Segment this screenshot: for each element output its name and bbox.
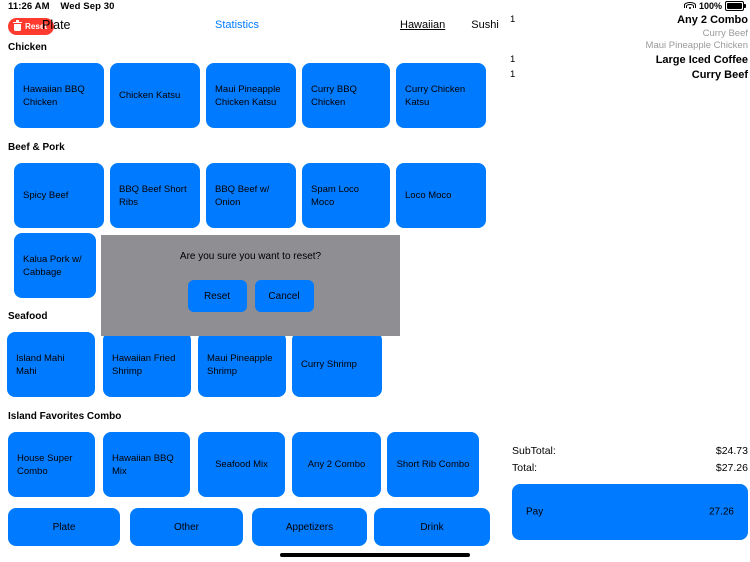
tab-other[interactable]: Other bbox=[130, 508, 243, 546]
reset-confirm-dialog: Are you sure you want to reset? Reset Ca… bbox=[101, 235, 400, 336]
menu-item-curry-shrimp[interactable]: Curry Shrimp bbox=[292, 332, 382, 397]
category-tabs: Hawaiian Sushi bbox=[400, 19, 510, 31]
menu-item-chicken-katsu[interactable]: Chicken Katsu bbox=[110, 63, 200, 128]
order-line[interactable]: 1 Curry Beef bbox=[500, 69, 750, 82]
battery-icon bbox=[725, 1, 746, 11]
section-title-beef-and-pork: Beef & Pork bbox=[8, 142, 65, 153]
status-bar-right: 100% bbox=[684, 1, 746, 11]
menu-item-any-2-combo[interactable]: Any 2 Combo bbox=[292, 432, 381, 497]
order-sub-item-label: Maui Pineapple Chicken bbox=[645, 40, 748, 51]
menu-item-house-super-combo[interactable]: House Super Combo bbox=[8, 432, 95, 497]
menu-item-curry-chicken-katsu[interactable]: Curry Chicken Katsu bbox=[396, 63, 486, 128]
order-line-qty: 1 bbox=[510, 69, 516, 80]
bottom-tab-bar: Plate Other Appetizers Drink bbox=[0, 508, 500, 546]
order-line-qty: 1 bbox=[510, 54, 516, 65]
battery-percent-label: 100% bbox=[698, 1, 722, 11]
tab-sushi[interactable]: Sushi bbox=[471, 19, 499, 31]
menu-item-seafood-mix[interactable]: Seafood Mix bbox=[198, 432, 285, 497]
menu-item-spam-loco-moco[interactable]: Spam Loco Moco bbox=[302, 163, 390, 228]
order-line-qty: 1 bbox=[510, 14, 516, 25]
menu-item-hawaiian-bbq-mix[interactable]: Hawaiian BBQ Mix bbox=[103, 432, 190, 497]
totals-panel: SubTotal: $24.73 Total: $27.26 bbox=[512, 445, 748, 479]
tab-appetizers[interactable]: Appetizers bbox=[252, 508, 367, 546]
order-line-name: Large Iced Coffee bbox=[655, 54, 748, 66]
tab-drink[interactable]: Drink bbox=[374, 508, 490, 546]
total-value: $27.26 bbox=[715, 462, 748, 474]
pay-button[interactable]: Pay 27.26 bbox=[512, 484, 748, 540]
dialog-cancel-button[interactable]: Cancel bbox=[254, 280, 314, 312]
menu-item-bbq-beef-w-onion[interactable]: BBQ Beef w/ Onion bbox=[206, 163, 296, 228]
menu-item-loco-moco[interactable]: Loco Moco bbox=[396, 163, 486, 228]
order-line-name: Curry Beef bbox=[691, 69, 748, 81]
subtotal-row: SubTotal: $24.73 bbox=[512, 445, 748, 462]
menu-item-kalua-pork-w-cabbage[interactable]: Kalua Pork w/ Cabbage bbox=[14, 233, 96, 298]
order-line[interactable]: 1 Any 2 Combo bbox=[500, 14, 750, 27]
menu-item-spicy-beef[interactable]: Spicy Beef bbox=[14, 163, 104, 228]
dialog-reset-button[interactable]: Reset bbox=[187, 280, 247, 312]
dialog-message: Are you sure you want to reset? bbox=[179, 251, 322, 262]
pay-button-label: Pay bbox=[526, 506, 544, 518]
order-line[interactable]: 1 Large Iced Coffee bbox=[500, 54, 750, 67]
order-line-name: Any 2 Combo bbox=[677, 14, 748, 26]
order-sub-item: Curry Beef bbox=[500, 28, 750, 40]
menu-item-maui-pineapple-chicken-katsu[interactable]: Maui Pineapple Chicken Katsu bbox=[206, 63, 296, 128]
statistics-link[interactable]: Statistics bbox=[215, 19, 259, 31]
menu-item-bbq-beef-short-ribs[interactable]: BBQ Beef Short Ribs bbox=[110, 163, 200, 228]
subtotal-value: $24.73 bbox=[715, 445, 748, 457]
tab-plate[interactable]: Plate bbox=[8, 508, 120, 546]
status-date: Wed Sep 30 bbox=[60, 1, 115, 12]
pos-app-screen: 11:26 AM Wed Sep 30 100% Reset Plate Sta… bbox=[0, 0, 750, 562]
section-title-island-favorites-combo: Island Favorites Combo bbox=[8, 411, 122, 422]
page-title: Plate bbox=[42, 18, 71, 32]
menu-item-island-mahi-mahi[interactable]: Island Mahi Mahi bbox=[7, 332, 95, 397]
menu-item-curry-bbq-chicken[interactable]: Curry BBQ Chicken bbox=[302, 63, 390, 128]
dialog-actions: Reset Cancel bbox=[101, 280, 400, 312]
tab-hawaiian[interactable]: Hawaiian bbox=[400, 19, 445, 31]
trash-icon bbox=[13, 20, 22, 32]
section-title-seafood: Seafood bbox=[8, 311, 48, 322]
subtotal-label: SubTotal: bbox=[512, 445, 556, 457]
order-sub-item: Maui Pineapple Chicken bbox=[500, 40, 750, 52]
status-time: 11:26 AM bbox=[8, 1, 50, 12]
order-sub-item-label: Curry Beef bbox=[702, 28, 748, 39]
status-bar: 11:26 AM Wed Sep 30 100% bbox=[0, 0, 750, 14]
home-indicator bbox=[280, 553, 470, 557]
wifi-icon bbox=[684, 1, 697, 11]
status-bar-left: 11:26 AM Wed Sep 30 bbox=[8, 1, 115, 12]
pay-button-amount: 27.26 bbox=[708, 506, 734, 518]
menu-item-short-rib-combo[interactable]: Short Rib Combo bbox=[387, 432, 479, 497]
total-row: Total: $27.26 bbox=[512, 462, 748, 479]
menu-item-hawaiian-bbq-chicken[interactable]: Hawaiian BBQ Chicken bbox=[14, 63, 104, 128]
section-title-chicken: Chicken bbox=[8, 42, 47, 53]
total-label: Total: bbox=[512, 462, 538, 474]
menu-item-maui-pineapple-shrimp[interactable]: Maui Pineapple Shrimp bbox=[198, 332, 286, 397]
order-list: 1 Any 2 Combo Curry Beef Maui Pineapple … bbox=[500, 14, 750, 83]
menu-item-hawaiian-fried-shrimp[interactable]: Hawaiian Fried Shrimp bbox=[103, 332, 191, 397]
